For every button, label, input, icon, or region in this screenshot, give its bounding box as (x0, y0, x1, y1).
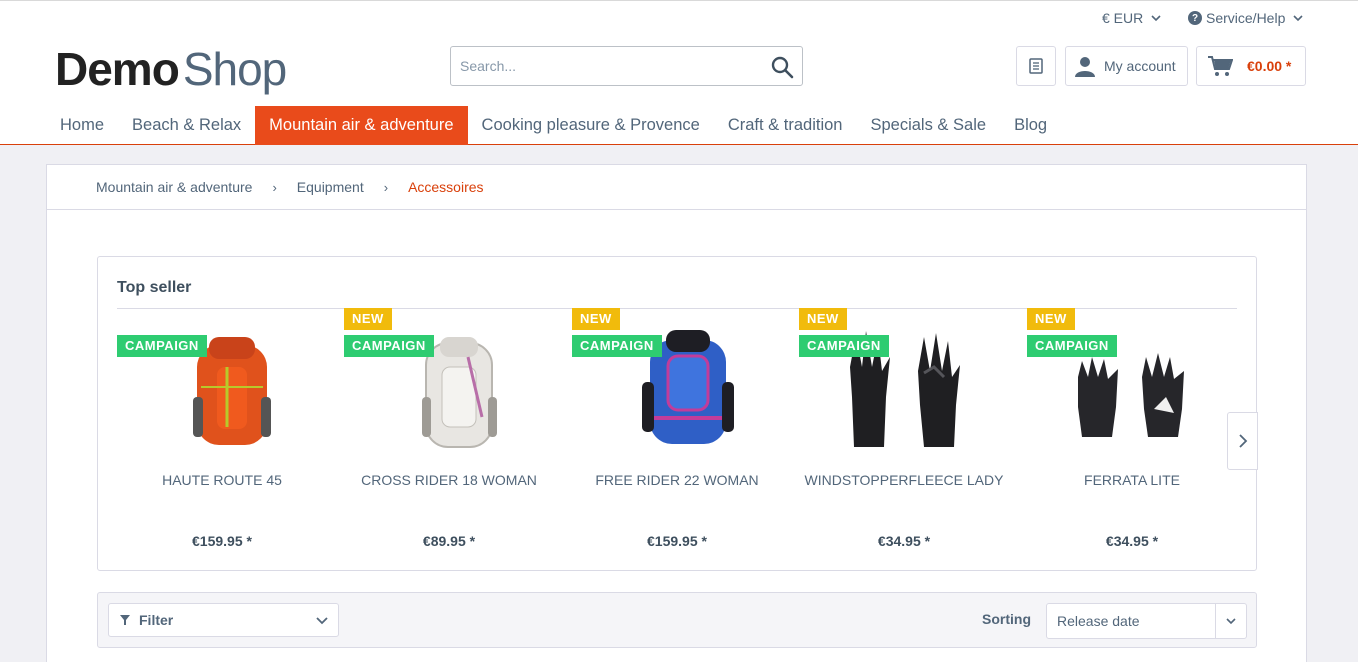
nav-item-mountain-air-adventure[interactable]: Mountain air & adventure (255, 106, 468, 145)
currency-label: € EUR (1102, 10, 1144, 26)
campaign-badge: CAMPAIGN (344, 335, 434, 357)
user-icon (1075, 57, 1095, 77)
top-seller-title: Top seller (117, 279, 192, 296)
filter-button[interactable]: Filter (108, 603, 339, 637)
product-price: €34.95 * (1105, 533, 1159, 549)
site-header: € EUR ? Service/Help Demo Shop My accoun… (0, 1, 1358, 145)
my-account-label: My account (1104, 58, 1176, 74)
search-input[interactable] (451, 47, 751, 85)
breadcrumb-current[interactable]: Accessoires (408, 179, 483, 195)
filter-icon (120, 615, 130, 625)
currency-switcher[interactable]: € EUR (1102, 10, 1161, 26)
search-box (450, 46, 803, 86)
filter-label: Filter (139, 612, 174, 628)
cart-button[interactable]: €0.00 * (1196, 46, 1306, 86)
campaign-badge: CAMPAIGN (1027, 335, 1117, 357)
nav-item-home[interactable]: Home (46, 106, 118, 145)
campaign-badge: CAMPAIGN (117, 335, 207, 357)
nav-item-beach-relax[interactable]: Beach & Relax (118, 106, 255, 145)
chevron-right-icon: › (272, 179, 277, 195)
logo-part-shop: Shop (182, 43, 287, 95)
breadcrumb-item[interactable]: Mountain air & adventure (96, 179, 252, 195)
new-badge: NEW (344, 308, 392, 330)
new-badge: NEW (799, 308, 847, 330)
product-name[interactable]: FERRATA LITE (1027, 472, 1237, 488)
main-navigation: Home Beach & Relax Mountain air & advent… (46, 106, 1061, 145)
chevron-down-icon (1226, 618, 1236, 625)
product-price: €34.95 * (877, 533, 931, 549)
breadcrumb-item[interactable]: Equipment (297, 179, 364, 195)
chevron-down-icon (1293, 15, 1303, 22)
filter-sort-bar: Filter Sorting Release date (97, 592, 1257, 648)
search-icon[interactable] (770, 55, 794, 79)
cart-amount: €0.00 * (1247, 58, 1292, 74)
product-card[interactable]: NEW CAMPAIGN FREE RIDER 22 WOMAN €159.95… (572, 308, 800, 557)
top-seller-slider: Top seller CAMPAIGN HAUTE ROUTE 45 €159.… (97, 256, 1258, 571)
product-name[interactable]: FREE RIDER 22 WOMAN (572, 472, 782, 488)
campaign-badge: CAMPAIGN (799, 335, 889, 357)
shop-logo[interactable]: Demo Shop (55, 43, 287, 95)
nav-item-cooking-pleasure-provence[interactable]: Cooking pleasure & Provence (468, 106, 714, 145)
product-card[interactable]: NEW CAMPAIGN FERRATA LITE €34.95 * (1027, 308, 1255, 557)
new-badge: NEW (1027, 308, 1075, 330)
nav-item-blog[interactable]: Blog (1000, 106, 1061, 145)
chevron-down-icon (316, 617, 328, 625)
product-card[interactable]: NEW CAMPAIGN WINDSTOPPERFLEECE LADY €34.… (799, 308, 1027, 557)
campaign-badge: CAMPAIGN (572, 335, 662, 357)
product-price: €159.95 * (192, 533, 252, 549)
my-account-button[interactable]: My account (1065, 46, 1188, 86)
sorting-label: Sorting (982, 611, 1031, 627)
chevron-right-icon: › (383, 179, 389, 195)
sorting-value: Release date (1057, 613, 1140, 629)
slider-next-button[interactable] (1227, 412, 1258, 470)
notepad-icon (1029, 58, 1043, 74)
content-panel: Mountain air & adventure › Equipment › A… (46, 164, 1307, 662)
product-name[interactable]: WINDSTOPPERFLEECE LADY (799, 472, 1009, 488)
product-card[interactable]: NEW CAMPAIGN CROSS RIDER 18 WOMAN €89.95… (344, 308, 572, 557)
cart-icon (1208, 56, 1233, 76)
divider (1215, 604, 1216, 638)
chevron-right-icon (1238, 434, 1247, 448)
breadcrumb: Mountain air & adventure › Equipment › A… (47, 165, 1306, 210)
product-price: €89.95 * (422, 533, 476, 549)
product-name[interactable]: HAUTE ROUTE 45 (117, 472, 327, 488)
logo-part-demo: Demo (55, 43, 180, 95)
nav-item-specials-sale[interactable]: Specials & Sale (856, 106, 1000, 145)
chevron-down-icon (1151, 15, 1161, 22)
sorting-select[interactable]: Release date (1046, 603, 1247, 639)
product-price: €159.95 * (647, 533, 707, 549)
nav-item-craft-tradition[interactable]: Craft & tradition (714, 106, 857, 145)
notes-button[interactable] (1016, 46, 1056, 86)
question-icon: ? (1188, 11, 1202, 25)
service-help-label: Service/Help (1206, 10, 1286, 26)
new-badge: NEW (572, 308, 620, 330)
product-name[interactable]: CROSS RIDER 18 WOMAN (344, 472, 554, 488)
product-card[interactable]: CAMPAIGN HAUTE ROUTE 45 €159.95 * (117, 317, 345, 557)
service-help-menu[interactable]: ? Service/Help (1188, 10, 1303, 26)
